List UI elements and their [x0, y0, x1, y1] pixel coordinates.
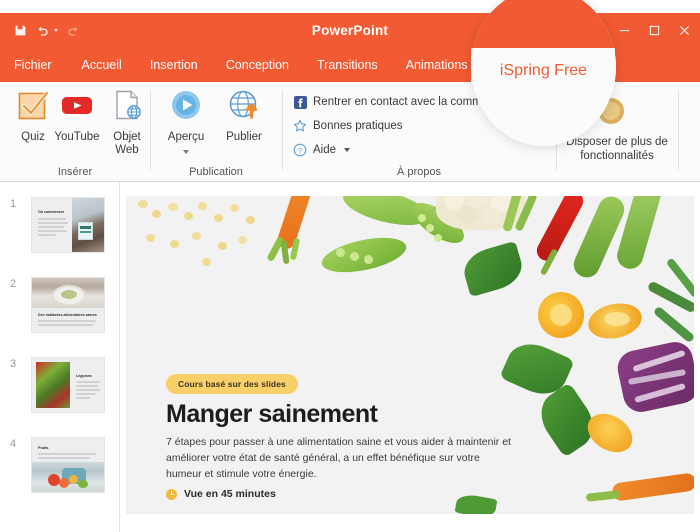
preview-play-icon: [169, 88, 203, 127]
powerpoint-window: PowerPoint Fichier Accueil Insertion Con…: [0, 0, 700, 532]
tab-insertion[interactable]: Insertion: [136, 48, 212, 82]
window-controls: [619, 13, 690, 48]
best-practices-link[interactable]: Bonnes pratiques: [293, 119, 403, 133]
promo-text[interactable]: Disposer de plus de fonctionnalités: [552, 135, 682, 163]
group-separator-4: [678, 90, 679, 170]
thumbnail-4-image: [32, 462, 104, 492]
help-dropdown-icon[interactable]: [344, 148, 351, 152]
thumbnail-4-title: Fruits: [38, 446, 49, 450]
quiz-checkbox-icon: [16, 88, 50, 127]
youtube-button[interactable]: YouTube: [50, 88, 104, 144]
magnifier-titlebar-fill: [471, 0, 616, 13]
tab-fichier[interactable]: Fichier: [14, 48, 68, 82]
ribbon-group-a-propos: Rentrer en contact avec la communauté Bo…: [283, 82, 555, 182]
tab-ispring-free[interactable]: iSpring Free: [471, 48, 615, 82]
thumbnail-1-image: [72, 198, 104, 252]
minimize-button[interactable]: [619, 25, 630, 36]
youtube-icon: [60, 88, 94, 127]
community-link[interactable]: Rentrer en contact avec la communauté: [293, 95, 517, 109]
slide-thumbnail-2[interactable]: Des habitudes alimentaires saines: [32, 278, 104, 332]
help-circle-icon: ?: [293, 143, 307, 157]
slide-thumbnail-4[interactable]: Fruits: [32, 438, 104, 492]
apercu-button-label: Aperçu: [167, 131, 205, 143]
web-object-icon: [110, 88, 144, 127]
thumbnail-2-image: [32, 278, 104, 308]
facebook-icon: [293, 95, 307, 109]
tab-accueil[interactable]: Accueil: [68, 48, 136, 82]
quiz-button-label: Quiz: [21, 131, 45, 143]
slide-thumbnail-3[interactable]: Légumes: [32, 358, 104, 412]
current-slide[interactable]: Cours basé sur des slides Manger saineme…: [126, 196, 694, 514]
thumbnail-number-2: 2: [10, 278, 17, 290]
ribbon-group-a-propos-label: À propos: [396, 166, 442, 178]
publish-globe-icon: [227, 88, 261, 127]
tab-animations[interactable]: Animations: [392, 48, 482, 82]
slide-duration: Vue en 45 minutes: [166, 488, 276, 500]
slide-badge: Cours basé sur des slides: [166, 374, 298, 394]
slide-body-text: 7 étapes pour passer à une alimentation …: [166, 436, 511, 480]
apercu-dropdown-icon[interactable]: [183, 150, 189, 154]
ribbon-group-inserer: Quiz YouTube Objet Web Insérer: [0, 82, 150, 182]
maximize-button[interactable]: [649, 25, 660, 36]
thumbnail-1-title: Où commencer: [38, 210, 65, 214]
ribbon-group-publication-label: Publication: [189, 166, 243, 178]
ribbon-tab-strip: Fichier Accueil Insertion Conception Tra…: [0, 48, 700, 82]
title-bar: PowerPoint: [0, 13, 700, 48]
slide-duration-label: Vue en 45 minutes: [184, 488, 276, 500]
clock-icon: [166, 488, 177, 500]
thumbnail-number-3: 3: [10, 358, 17, 370]
ribbon-tabs: Fichier Accueil Insertion Conception Tra…: [14, 48, 482, 82]
thumbnail-number-4: 4: [10, 438, 17, 450]
star-icon: [293, 119, 307, 133]
tab-transitions[interactable]: Transitions: [303, 48, 392, 82]
help-link-label: Aide: [313, 144, 337, 156]
app-title: PowerPoint: [311, 23, 389, 38]
promo-badge-icon: [591, 94, 631, 139]
slide-title: Manger sainement: [166, 400, 378, 428]
thumbnail-number-1: 1: [10, 198, 17, 210]
slide-editing-area[interactable]: Cours basé sur des slides Manger saineme…: [120, 182, 700, 532]
youtube-button-label: YouTube: [54, 131, 100, 143]
community-link-label: Rentrer en contact avec la communauté: [313, 96, 517, 108]
close-button[interactable]: [679, 25, 690, 36]
slide-thumbnail-pane[interactable]: 1 Où commencer 2 Des habitudes alimentai…: [0, 182, 120, 532]
ribbon-group-inserer-label: Insérer: [57, 166, 93, 178]
apercu-button[interactable]: Aperçu: [159, 88, 213, 154]
slide-thumbnail-1[interactable]: Où commencer: [32, 198, 104, 252]
help-link[interactable]: ? Aide: [293, 143, 351, 157]
thumbnail-3-image: [36, 362, 70, 408]
thumbnail-3-title: Légumes: [76, 374, 92, 378]
best-practices-link-label: Bonnes pratiques: [313, 120, 403, 132]
tab-conception[interactable]: Conception: [212, 48, 303, 82]
ribbon-group-promo: Disposer de plus de fonctionnalités: [557, 82, 677, 182]
publier-button[interactable]: Publier: [217, 88, 271, 144]
svg-text:?: ?: [298, 146, 302, 155]
thumbnail-2-title: Des habitudes alimentaires saines: [38, 313, 97, 317]
ribbon-group-publication: Aperçu Publier Publication: [151, 82, 281, 182]
web-object-button[interactable]: Objet Web: [100, 88, 154, 157]
web-object-button-label: Objet Web: [113, 131, 141, 156]
ribbon: Quiz YouTube Objet Web Insérer Aperçu Pu…: [0, 82, 700, 182]
publier-button-label: Publier: [226, 131, 262, 143]
